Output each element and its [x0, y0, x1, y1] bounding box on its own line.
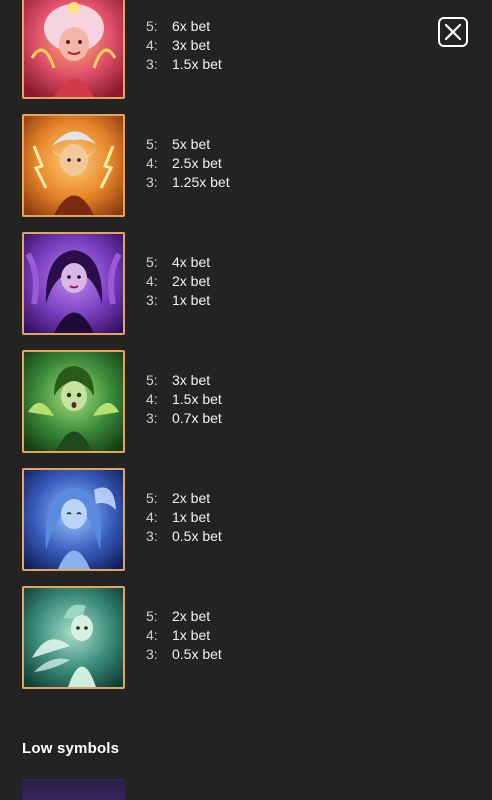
payout-line: 4: 1x bet: [146, 508, 222, 527]
symbol-count: 3:: [146, 174, 158, 190]
payout-list: 5: 3x bet 4: 1.5x bet 3: 0.7x bet: [146, 371, 222, 428]
payout-line: 3: 0.5x bet: [146, 645, 222, 664]
payout-amount: 2.5x bet: [172, 155, 222, 171]
symbol-count: 5:: [146, 372, 158, 388]
payout-amount: 1.5x bet: [172, 391, 222, 407]
symbol-count: 3:: [146, 410, 158, 426]
symbol-count: 3:: [146, 56, 158, 72]
payout-line: 3: 0.5x bet: [146, 527, 222, 546]
payout-amount: 5x bet: [172, 136, 211, 152]
paytable-page: 5: 6x bet 4: 3x bet 3: 1.5x bet 5: 5x be…: [0, 0, 492, 800]
blue-fairy-thumbnail: [22, 468, 125, 571]
payout-list: 5: 2x bet 4: 1x bet 3: 0.5x bet: [146, 489, 222, 546]
close-button[interactable]: [438, 17, 468, 47]
low-symbols-heading: Low symbols: [22, 740, 120, 757]
symbol-count: 3:: [146, 292, 158, 308]
payout-amount: 2x bet: [172, 273, 211, 289]
payout-line: 5: 2x bet: [146, 607, 222, 626]
symbol-count: 4:: [146, 627, 158, 643]
payout-line: 5: 3x bet: [146, 371, 222, 390]
payout-line: 5: 4x bet: [146, 253, 210, 272]
close-icon: [444, 23, 462, 41]
payout-line: 5: 2x bet: [146, 489, 222, 508]
payout-line: 4: 1x bet: [146, 626, 222, 645]
symbol-count: 3:: [146, 646, 158, 662]
symbol-count: 5:: [146, 136, 158, 152]
symbol-count: 4:: [146, 391, 158, 407]
symbol-row-green-fairy: 5: 3x bet 4: 1.5x bet 3: 0.7x bet: [22, 350, 462, 453]
symbol-count: 3:: [146, 528, 158, 544]
payout-list: 5: 5x bet 4: 2.5x bet 3: 1.25x bet: [146, 135, 230, 192]
payout-line: 4: 1.5x bet: [146, 390, 222, 409]
payout-list: 5: 6x bet 4: 3x bet 3: 1.5x bet: [146, 17, 222, 74]
payout-amount: 4x bet: [172, 254, 211, 270]
payout-line: 3: 0.7x bet: [146, 409, 222, 428]
payout-amount: 1x bet: [172, 292, 211, 308]
symbol-row-pink-fairy: 5: 6x bet 4: 3x bet 3: 1.5x bet: [22, 0, 462, 99]
payout-amount: 0.7x bet: [172, 410, 222, 426]
payout-line: 3: 1.5x bet: [146, 55, 222, 74]
payout-amount: 6x bet: [172, 18, 211, 34]
payout-line: 3: 1x bet: [146, 291, 210, 310]
payout-amount: 1x bet: [172, 627, 211, 643]
payout-line: 4: 3x bet: [146, 36, 222, 55]
payout-amount: 3x bet: [172, 372, 211, 388]
payout-amount: 3x bet: [172, 37, 211, 53]
payout-amount: 1x bet: [172, 509, 211, 525]
symbol-count: 5:: [146, 608, 158, 624]
symbol-count: 4:: [146, 155, 158, 171]
payout-amount: 1.25x bet: [172, 174, 230, 190]
payout-line: 3: 1.25x bet: [146, 173, 230, 192]
payout-line: 4: 2.5x bet: [146, 154, 230, 173]
payout-amount: 0.5x bet: [172, 646, 222, 662]
payout-amount: 2x bet: [172, 608, 211, 624]
payout-amount: 1.5x bet: [172, 56, 222, 72]
symbol-row-blue-fairy: 5: 2x bet 4: 1x bet 3: 0.5x bet: [22, 468, 462, 571]
symbol-row-teal-fairy: 5: 2x bet 4: 1x bet 3: 0.5x bet: [22, 586, 462, 689]
symbol-count: 4:: [146, 37, 158, 53]
orange-fairy-thumbnail: [22, 114, 125, 217]
low-symbol-thumbnail: [22, 779, 125, 800]
payout-line: 5: 5x bet: [146, 135, 230, 154]
symbol-row-orange-fairy: 5: 5x bet 4: 2.5x bet 3: 1.25x bet: [22, 114, 462, 217]
teal-fairy-thumbnail: [22, 586, 125, 689]
symbol-count: 4:: [146, 509, 158, 525]
symbol-count: 5:: [146, 18, 158, 34]
payout-list: 5: 2x bet 4: 1x bet 3: 0.5x bet: [146, 607, 222, 664]
payout-line: 4: 2x bet: [146, 272, 210, 291]
payout-line: 5: 6x bet: [146, 17, 222, 36]
symbol-count: 4:: [146, 273, 158, 289]
pink-fairy-thumbnail: [22, 0, 125, 99]
symbol-count: 5:: [146, 254, 158, 270]
payout-amount: 0.5x bet: [172, 528, 222, 544]
symbol-row-purple-fairy: 5: 4x bet 4: 2x bet 3: 1x bet: [22, 232, 462, 335]
symbol-count: 5:: [146, 490, 158, 506]
payout-amount: 2x bet: [172, 490, 211, 506]
purple-fairy-thumbnail: [22, 232, 125, 335]
payout-list: 5: 4x bet 4: 2x bet 3: 1x bet: [146, 253, 210, 310]
green-fairy-thumbnail: [22, 350, 125, 453]
